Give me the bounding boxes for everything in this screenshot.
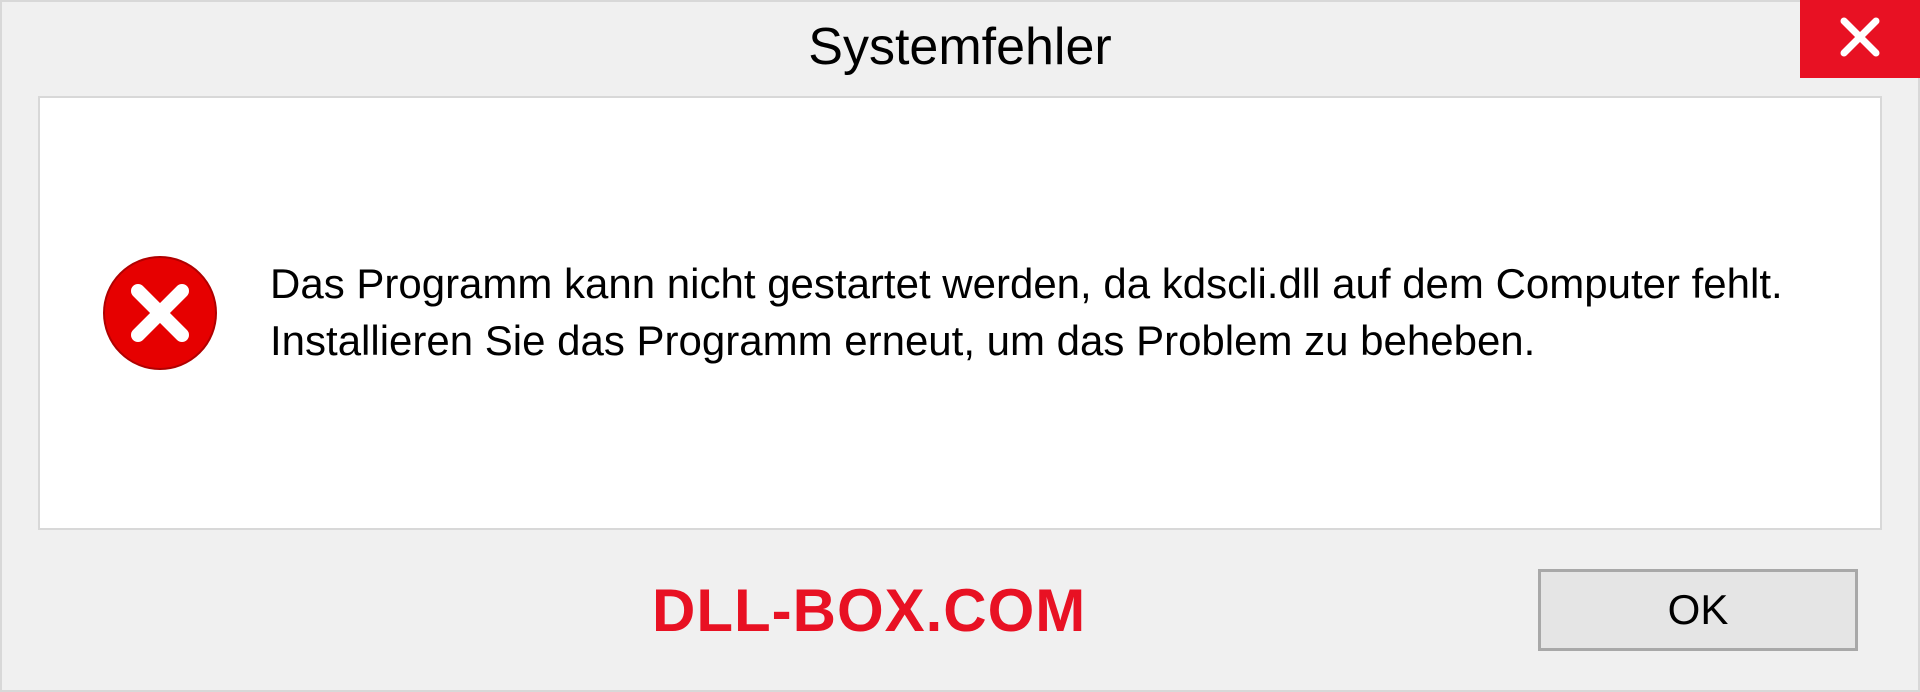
watermark-text: DLL-BOX.COM xyxy=(652,576,1086,645)
close-icon xyxy=(1838,15,1882,64)
content-area: Das Programm kann nicht gestartet werden… xyxy=(38,96,1882,530)
error-dialog: Systemfehler Das Programm kann nicht ges… xyxy=(0,0,1920,692)
error-icon xyxy=(100,253,220,373)
ok-button[interactable]: OK xyxy=(1538,569,1858,651)
titlebar: Systemfehler xyxy=(2,2,1918,92)
dialog-title: Systemfehler xyxy=(808,17,1111,77)
error-message: Das Programm kann nicht gestartet werden… xyxy=(270,256,1810,369)
close-button[interactable] xyxy=(1800,0,1920,78)
dialog-footer: DLL-BOX.COM OK xyxy=(2,530,1918,690)
